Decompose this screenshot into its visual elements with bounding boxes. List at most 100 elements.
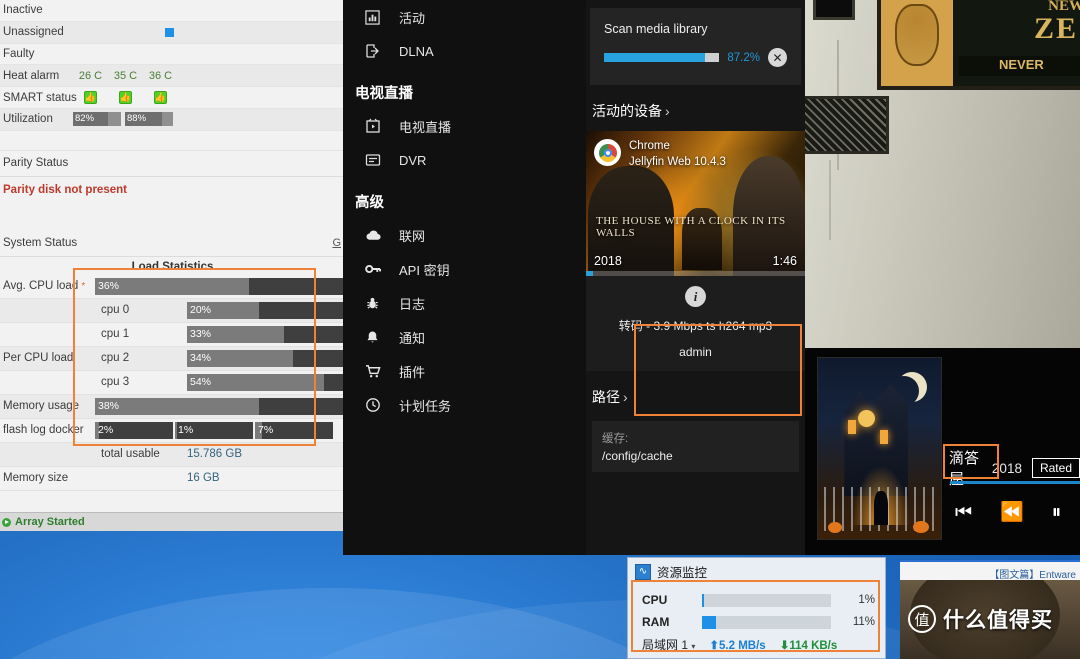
memory-size-label: Memory size xyxy=(3,472,69,485)
cpu1-value: 33% xyxy=(190,327,212,340)
row-heat-alarm: Heat alarm 26 C 35 C 36 C xyxy=(0,65,345,88)
media-player-overlay: 滴答屋 2018 Rated ⏮ ⏪ ⏸ ⏭ xyxy=(805,348,1080,555)
chart-bar-icon xyxy=(365,9,399,25)
paths-heading[interactable]: 路径 › xyxy=(586,371,805,417)
cpu3-label: cpu 3 xyxy=(101,376,130,389)
previous-track-button[interactable]: ⏮ xyxy=(955,503,972,522)
resource-monitor-widget: ∿ 资源监控 CPU 1% RAM 11% 局域网 1 ▾ ⬆5.2 MB/s … xyxy=(627,557,886,659)
load-row-cpu1: cpu 1 33% xyxy=(0,323,345,347)
utilization-value-1: 82% xyxy=(75,113,95,125)
resource-monitor-title: 资源监控 xyxy=(657,566,708,580)
chevron-down-icon: ▾ xyxy=(691,642,696,651)
log-bar: 1% xyxy=(175,421,253,439)
cpu0-label: cpu 0 xyxy=(101,304,130,317)
sidebar-item-scheduled-tasks[interactable]: 计划任务 xyxy=(343,388,586,422)
task-progress-bar xyxy=(604,53,720,62)
cpu1-bar: 33% xyxy=(187,325,343,343)
load-label-avg-cpu: Avg. CPU load * xyxy=(3,280,86,293)
device-header: Chrome Jellyfin Web 10.4.3 xyxy=(586,131,734,178)
play-dot-icon xyxy=(2,517,11,527)
sidebar-item-livetv[interactable]: 电视直播 xyxy=(343,109,586,143)
row-label-inactive: Inactive xyxy=(3,4,43,17)
sidebar-item-dlna[interactable]: DLNA xyxy=(343,34,586,68)
sidebar-item-networking[interactable]: 联网 xyxy=(343,218,586,252)
flash-value: 2% xyxy=(98,423,114,436)
path-cache-value: /config/cache xyxy=(602,449,673,463)
path-cache-key: 缓存: xyxy=(602,433,629,445)
sidebar-section-advanced: 高级 xyxy=(355,195,384,211)
poster-pumpkin-2 xyxy=(913,521,929,533)
load-row-cpu0: cpu 0 20% xyxy=(0,298,345,323)
flash-log-docker-label: flash log docker xyxy=(3,424,84,437)
load-row-cpu2: Per CPU load cpu 2 34% xyxy=(0,346,345,371)
paths-label: 路径 xyxy=(592,389,620,405)
sidebar-item-api-keys[interactable]: API 密钥 xyxy=(343,252,586,286)
active-devices-heading[interactable]: 活动的设备 › xyxy=(586,85,805,131)
cpu0-bar: 20% xyxy=(187,301,343,319)
smart-ok-1[interactable]: 👍 xyxy=(73,91,108,105)
poster-figure xyxy=(874,491,888,525)
jellyfin-sidebar: 活动 DLNA 电视直播 电视直播 DVR 高级 联网 API 密钥 日志 通知… xyxy=(343,0,586,555)
network-interface-selector[interactable]: 局域网 1 ▾ xyxy=(642,636,695,653)
sidebar-item-logs[interactable]: 日志 xyxy=(343,286,586,320)
sidebar-item-notifications[interactable]: 通知 xyxy=(343,320,586,354)
clock-icon xyxy=(365,397,399,413)
info-icon[interactable]: i xyxy=(685,286,706,307)
cpu3-bar: 54% xyxy=(187,373,343,391)
media-art-title: THE HOUSE WITH A CLOCK IN ITS WALLS xyxy=(596,214,786,240)
network-download: ⬇114 KB/s xyxy=(779,639,838,652)
bell-icon xyxy=(365,330,399,345)
utilization-bar-1: 82% xyxy=(73,112,121,127)
sign-mascot-icon xyxy=(895,4,939,66)
cpu-usage-bar xyxy=(702,593,831,607)
resource-row-cpu: CPU 1% xyxy=(642,589,875,611)
utilization-bar-2: 88% xyxy=(125,112,173,127)
poster-window-light-1 xyxy=(848,420,856,434)
sidebar-item-plugins[interactable]: 插件 xyxy=(343,354,586,388)
transcode-line: 转码 - 3.9 Mbps ts h264 mp3 xyxy=(618,319,773,333)
player-seek-bar[interactable] xyxy=(950,481,1080,484)
smart-ok-2[interactable]: 👍 xyxy=(108,91,143,105)
movie-poster[interactable] xyxy=(817,357,942,540)
row-inactive: Inactive xyxy=(0,0,345,22)
row-label-heat-alarm: Heat alarm xyxy=(3,69,60,82)
system-status-link[interactable]: G xyxy=(332,237,341,249)
sidebar-item-activity[interactable]: 活动 xyxy=(343,0,586,34)
device-playback-progress[interactable] xyxy=(586,271,805,276)
path-cache-card: 缓存: /config/cache xyxy=(592,421,799,472)
key-icon xyxy=(365,262,399,276)
active-device-card[interactable]: Chrome Jellyfin Web 10.4.3 THE HOUSE WIT… xyxy=(586,131,805,276)
chevron-right-icon: › xyxy=(665,103,670,119)
unassigned-disk-indicator[interactable] xyxy=(165,27,174,37)
thumbs-up-icon: 👍 xyxy=(84,91,97,105)
sidebar-item-dvr[interactable]: DVR xyxy=(343,143,586,177)
task-progress-percent: 87.2% xyxy=(727,51,760,64)
close-icon[interactable]: ✕ xyxy=(768,48,787,67)
network-upload: ⬆5.2 MB/s xyxy=(709,639,766,652)
ram-usage-percent: 11% xyxy=(852,616,875,628)
running-task-card: Scan media library 87.2% ✕ xyxy=(590,8,801,85)
heat-value-2: 35 C xyxy=(113,69,138,82)
sidebar-label-logs: 日志 xyxy=(399,296,426,312)
sign-yellow-panel xyxy=(881,0,953,86)
row-unassigned: Unassigned xyxy=(0,21,345,44)
photo-window xyxy=(813,0,855,20)
log-value: 1% xyxy=(178,423,194,436)
pause-button[interactable]: ⏸ xyxy=(1052,503,1062,522)
smart-ok-3[interactable]: 👍 xyxy=(143,91,178,105)
player-controls: ⏮ ⏪ ⏸ ⏭ xyxy=(955,503,1080,522)
player-year: 2018 xyxy=(991,460,1022,476)
player-title: 滴答屋 xyxy=(949,450,980,488)
row-label-faulty: Faulty xyxy=(3,47,35,60)
unraid-dashboard-panel: Inactive Unassigned Faulty Heat alarm 26… xyxy=(0,0,345,531)
memory-size-value: 16 GB xyxy=(187,472,220,485)
rewind-button[interactable]: ⏪ xyxy=(1000,503,1024,522)
cpu2-bar: 34% xyxy=(187,349,343,367)
array-status-bar: Array Started xyxy=(0,512,345,531)
total-usable-label: total usable xyxy=(101,448,160,461)
load-row-memory: Memory usage 38% xyxy=(0,394,345,419)
docker-bar: 7% xyxy=(255,421,333,439)
sidebar-label-plugins: 插件 xyxy=(399,364,426,380)
row-faulty: Faulty xyxy=(0,44,345,66)
sidebar-label-livetv: 电视直播 xyxy=(399,119,452,135)
